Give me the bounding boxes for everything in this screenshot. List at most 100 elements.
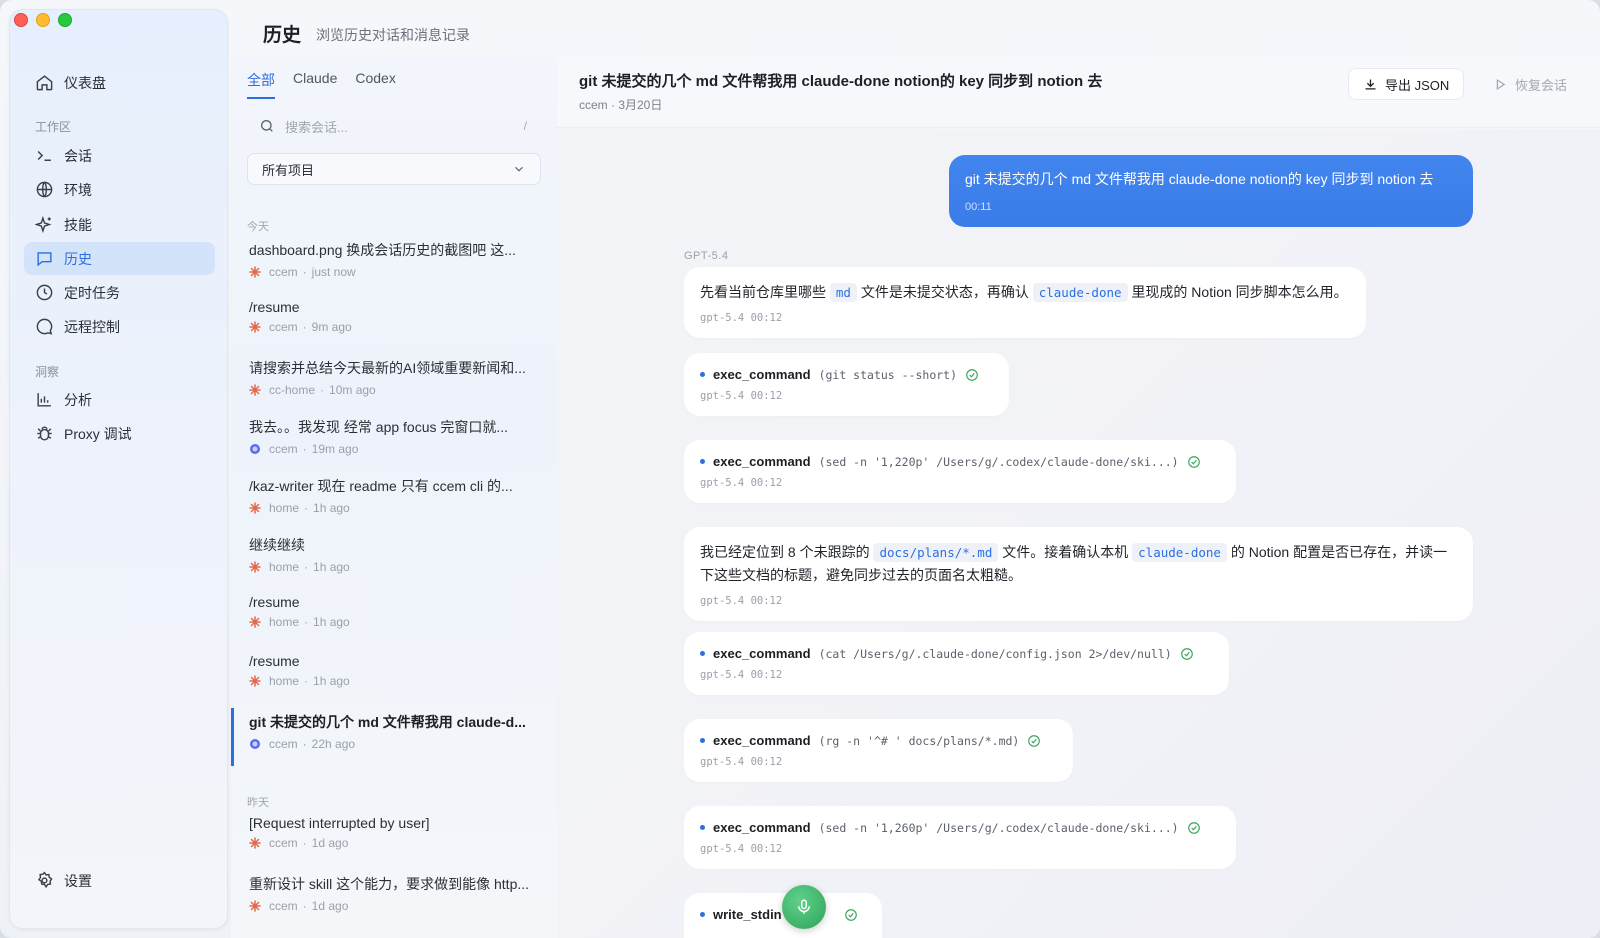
sidebar-item-label: 会话 xyxy=(64,147,92,164)
conversation-time: 1h ago xyxy=(313,501,350,515)
sidebar: 仪表盘 工作区 会话 环境 技能 历史 定时任务 远程控制 洞察 分析 Prox… xyxy=(9,9,228,929)
tool-call: exec_command (cat /Users/g/.claude-done/… xyxy=(684,632,1229,695)
conversation-list-item[interactable]: 继续继续 home · 1h ago xyxy=(231,531,557,589)
tab-codex[interactable]: Codex xyxy=(355,70,395,99)
message-thread: git 未提交的几个 md 文件帮我用 claude-done notion的 … xyxy=(557,129,1600,938)
check-circle-icon xyxy=(1187,455,1200,468)
tool-call: exec_command (sed -n '1,260p' /Users/g/.… xyxy=(684,806,1236,869)
group-label-today: 今天 xyxy=(247,221,269,233)
conversation-project: home xyxy=(269,615,300,629)
conversation-list-item[interactable]: dashboard.png 换成会话历史的截图吧 这... ccem · just n… xyxy=(231,236,557,294)
message-text: 里现成的 Notion 同步脚本怎么用。 xyxy=(1127,284,1348,300)
assistant-message: 先看当前仓库里哪些 md 文件是未提交状态，再确认 claude-done 里现… xyxy=(684,267,1366,338)
claude-asterisk-icon xyxy=(249,837,261,849)
tool-call: exec_command (rg -n '^# ' docs/plans/*.m… xyxy=(684,719,1073,782)
sidebar-item-remote-control[interactable]: 远程控制 xyxy=(24,310,215,343)
project-select-value: 所有项目 xyxy=(262,162,315,178)
conversation-meta: ccem · 22h ago xyxy=(249,737,557,751)
tab-all[interactable]: 全部 xyxy=(247,70,275,99)
conversation-meta: ccem · 19m ago xyxy=(249,442,557,456)
message-text: 我已经定位到 8 个未跟踪的 xyxy=(700,544,874,560)
search-shortcut: / xyxy=(523,119,527,133)
sidebar-item-dashboard[interactable]: 仪表盘 xyxy=(24,66,215,99)
separator-dot: · xyxy=(304,674,309,688)
assistant-message: 我已经定位到 8 个未跟踪的 docs/plans/*.md 文件。接着确认本机… xyxy=(684,527,1473,621)
conversation-title: 我去。。我发现 经常 app focus 完窗口就... xyxy=(249,419,509,435)
check-circle-icon xyxy=(1180,647,1193,660)
separator-dot: · xyxy=(320,383,325,397)
conversation-project: ccem xyxy=(269,320,298,334)
voice-input-button[interactable] xyxy=(782,885,826,929)
conversation-project: ccem xyxy=(269,265,298,279)
play-icon xyxy=(1496,78,1506,90)
sidebar-item-environment[interactable]: 环境 xyxy=(24,173,215,206)
claude-asterisk-icon xyxy=(249,561,261,573)
separator-dot: · xyxy=(304,615,309,629)
close-window-button[interactable] xyxy=(14,13,28,27)
sidebar-item-label: Proxy 调试 xyxy=(64,425,132,442)
user-message: git 未提交的几个 md 文件帮我用 claude-done notion的 … xyxy=(949,155,1473,227)
conversation-project: cc-home xyxy=(269,383,316,397)
sidebar-item-label: 远程控制 xyxy=(64,318,120,335)
sidebar-item-scheduled-tasks[interactable]: 定时任务 xyxy=(24,276,215,309)
message-text: 先看当前仓库里哪些 xyxy=(700,284,830,300)
claude-asterisk-icon xyxy=(249,502,261,514)
conversation-title: 请搜索并总结今天最新的AI领域重要新闻和... xyxy=(249,360,526,376)
sidebar-item-analytics[interactable]: 分析 xyxy=(24,383,215,416)
message-footer: gpt-5.4 00:12 xyxy=(700,595,783,607)
conversation-meta: ccem · 1d ago xyxy=(249,899,557,913)
conversation-list-item[interactable]: 我去。。我发现 经常 app focus 完窗口就... ccem · 19m ago xyxy=(231,413,557,471)
sidebar-item-skills[interactable]: 技能 xyxy=(24,208,215,241)
search-placeholder: 搜索会话... xyxy=(285,119,348,135)
export-json-button[interactable]: 导出 JSON xyxy=(1348,68,1465,100)
clock-icon xyxy=(34,283,54,303)
tool-name: exec_command xyxy=(713,733,811,748)
terminal-icon xyxy=(34,146,54,166)
message-footer: gpt-5.4 00:12 xyxy=(700,390,783,402)
conversation-title: /resume xyxy=(249,594,300,610)
claude-asterisk-icon xyxy=(249,675,261,687)
conversation-title: dashboard.png 换成会话历史的截图吧 这... xyxy=(249,242,516,258)
group-label-yesterday: 昨天 xyxy=(247,797,269,809)
conversation-list-item[interactable]: /resume ccem · 9m ago xyxy=(231,295,557,353)
conversation-title: [Request interrupted by user] xyxy=(249,815,430,831)
sidebar-item-history[interactable]: 历史 xyxy=(24,242,215,275)
export-json-label: 导出 JSON xyxy=(1385,77,1450,93)
sparkle-icon xyxy=(34,215,54,235)
message-text: 文件是未提交状态，再确认 xyxy=(856,284,1033,300)
conversation-title: /kaz-writer 现在 readme 只有 ccem cli 的... xyxy=(249,478,513,494)
tab-claude[interactable]: Claude xyxy=(293,70,337,99)
model-label: GPT-5.4 xyxy=(684,250,729,262)
globe-icon xyxy=(34,180,54,200)
conversation-time: 9m ago xyxy=(311,320,352,334)
sidebar-item-label: 设置 xyxy=(64,872,92,889)
conversation-list-item[interactable]: [Request interrupted by user] ccem · 1d ago xyxy=(231,811,557,869)
sidebar-item-proxy-debug[interactable]: Proxy 调试 xyxy=(24,417,215,450)
conversation-project: ccem xyxy=(269,737,298,751)
conversation-list-item[interactable]: 重新设计 skill 这个能力，要求做到能像 http... ccem · 1d ag… xyxy=(231,870,557,928)
check-circle-icon xyxy=(1187,821,1200,834)
microphone-icon xyxy=(798,899,810,914)
sidebar-item-sessions[interactable]: 会话 xyxy=(24,139,215,172)
separator-dot: · xyxy=(302,265,307,279)
zoom-window-button[interactable] xyxy=(58,13,72,27)
conversation-list-panel: 全部 Claude Codex 搜索会话... / 所有项目 今天 dashbo… xyxy=(231,58,557,938)
tool-call: exec_command (sed -n '1,220p' /Users/g/.… xyxy=(684,440,1236,503)
project-select[interactable]: 所有项目 xyxy=(247,153,541,185)
conversation-list-item[interactable]: /kaz-writer 现在 readme 只有 ccem cli 的... ho… xyxy=(231,472,557,530)
section-label-workspace: 工作区 xyxy=(35,120,72,134)
tool-name: exec_command xyxy=(713,367,811,382)
tool-args: (git status --short) xyxy=(818,367,958,382)
search-input[interactable]: 搜索会话... / xyxy=(247,111,541,141)
conversation-title: 重新设计 skill 这个能力，要求做到能像 http... xyxy=(249,876,530,892)
minimize-window-button[interactable] xyxy=(36,13,50,27)
page-subtitle: 浏览历史对话和消息记录 xyxy=(316,27,470,43)
conversation-list-item[interactable]: /resume home · 1h ago xyxy=(231,649,557,707)
conversation-list-item[interactable]: 请搜索并总结今天最新的AI领域重要新闻和... cc-home · 10m ago xyxy=(231,354,557,412)
bullet-dot xyxy=(700,738,705,743)
conversation-list-item[interactable]: git 未提交的几个 md 文件帮我用 claude-d... ccem · 22h … xyxy=(231,708,557,766)
conversation-meta: cc-home · 10m ago xyxy=(249,383,557,397)
resume-session-button[interactable]: 恢复会话 xyxy=(1479,68,1581,100)
conversation-list-item[interactable]: /resume home · 1h ago xyxy=(231,590,557,648)
sidebar-item-settings[interactable]: 设置 xyxy=(24,864,215,897)
